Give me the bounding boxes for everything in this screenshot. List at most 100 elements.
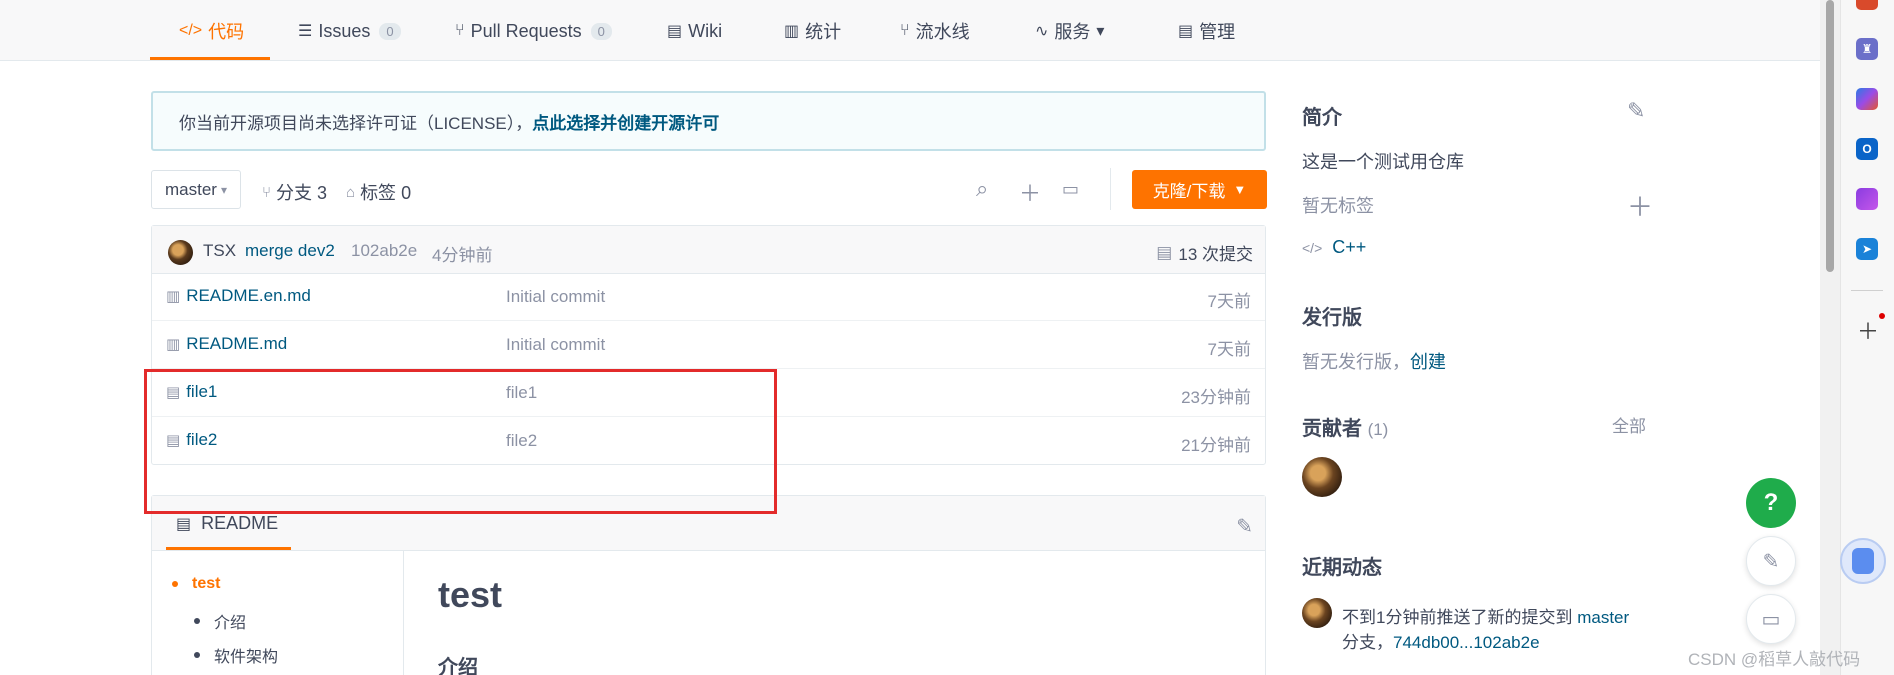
assistant-button[interactable]: [1840, 538, 1886, 584]
file-commit-message[interactable]: Initial commit: [506, 287, 605, 307]
send-icon[interactable]: ➤: [1856, 238, 1878, 260]
file-name: file1: [186, 382, 218, 401]
avatar[interactable]: [1302, 598, 1332, 628]
branch-select[interactable]: master ▾: [151, 170, 241, 209]
edit-icon[interactable]: ✎: [1627, 98, 1645, 124]
tab-services[interactable]: ∿ 服务 ▾: [1035, 20, 1104, 42]
file-commit-message[interactable]: file2: [506, 431, 537, 451]
toc-item[interactable]: 软件架构: [194, 643, 278, 667]
web-ide-icon[interactable]: ▭: [1062, 179, 1079, 200]
file-icon: ▤: [166, 384, 181, 401]
search-icon[interactable]: ⌕: [976, 176, 988, 202]
commits-count-label: 13 次提交: [1178, 245, 1253, 264]
file-link[interactable]: ▥ README.md: [166, 334, 287, 354]
tags-link[interactable]: ⌂ 标签 0: [346, 179, 411, 205]
create-license-link[interactable]: 点此选择并创建开源许可: [532, 109, 719, 134]
commit-message[interactable]: merge dev2: [245, 241, 335, 261]
notification-dot: [1879, 313, 1885, 319]
commit-sha[interactable]: 102ab2e: [351, 241, 417, 261]
file-link[interactable]: ▤ file2: [166, 430, 217, 450]
designer-icon[interactable]: [1856, 188, 1878, 210]
tab-code-label: 代码: [208, 22, 245, 42]
branches-label: 分支 3: [276, 183, 328, 203]
contributors-title-row: 贡献者 (1): [1302, 412, 1388, 441]
clone-download-label: 克隆/下载: [1152, 182, 1226, 201]
file-commit-message[interactable]: Initial commit: [506, 335, 605, 355]
releases-title: 发行版: [1302, 307, 1362, 329]
readme-toc: test 介绍 软件架构: [152, 551, 404, 675]
file-list: TSX merge dev2 102ab2e 4分钟前 ▤ 13 次提交 ▥ R…: [151, 225, 1266, 465]
activity-branch-link[interactable]: master: [1577, 608, 1629, 627]
all-contributors-link[interactable]: 全部: [1612, 412, 1646, 437]
tab-stats[interactable]: ▥ 统计: [784, 20, 841, 42]
create-release-link[interactable]: 创建: [1410, 352, 1446, 372]
tab-issues[interactable]: ☰ Issues 0: [298, 20, 401, 42]
sidebar-divider: [1851, 290, 1883, 291]
activity-title: 近期动态: [1302, 557, 1382, 579]
tab-wiki[interactable]: ▤ Wiki: [667, 20, 722, 42]
activity-commit-range-link[interactable]: 744db00...102ab2e: [1393, 633, 1540, 652]
readme-icon: ▤: [176, 515, 192, 533]
intro-title: 简介: [1302, 107, 1342, 129]
file-link[interactable]: ▥ README.en.md: [166, 286, 311, 306]
caret-down-icon: ▼: [1233, 182, 1247, 197]
repo-description: 这是一个测试用仓库: [1302, 152, 1464, 172]
manage-icon: ▤: [1178, 23, 1194, 40]
table-row: ▤ file2 file2 21分钟前: [152, 418, 1265, 465]
issues-icon: ☰: [298, 23, 313, 40]
active-tab-indicator: [150, 57, 270, 60]
file-time: 7天前: [1207, 292, 1251, 311]
tab-pull-requests[interactable]: ⑂ Pull Requests 0: [455, 20, 612, 42]
book-icon: ▥: [166, 336, 181, 353]
feedback-button[interactable]: ✎: [1746, 536, 1796, 586]
pull-requests-count-badge: 0: [590, 22, 612, 40]
code-icon: </>: [179, 22, 203, 39]
toc-item[interactable]: 介绍: [194, 609, 246, 633]
tab-pull-requests-label: Pull Requests: [470, 20, 582, 41]
toc-item-label: test: [192, 575, 221, 592]
tags-label: 标签 0: [360, 183, 412, 203]
contributors-count: (1): [1367, 420, 1389, 439]
file-time: 7天前: [1207, 340, 1251, 359]
chat-button[interactable]: ▭: [1746, 594, 1796, 644]
pipeline-icon: ⑂: [900, 22, 910, 39]
pull-request-icon: ⑂: [455, 22, 465, 39]
commit-author[interactable]: TSX: [203, 241, 236, 261]
bullet-icon: [194, 618, 200, 624]
copilot-icon[interactable]: [1856, 88, 1878, 110]
help-icon: ?: [1763, 489, 1779, 516]
latest-commit-bar: TSX merge dev2 102ab2e 4分钟前 ▤ 13 次提交: [152, 226, 1265, 274]
file-link[interactable]: ▤ file1: [166, 382, 217, 402]
license-notice-text: 你当前开源项目尚未选择许可证（LICENSE），: [179, 113, 533, 133]
branches-link[interactable]: ⑂ 分支 3: [262, 179, 327, 205]
activity-item: 不到1分钟前推送了新的提交到 master 分支，744db00...102ab…: [1342, 605, 1662, 655]
avatar[interactable]: [168, 240, 193, 265]
wiki-icon: ▤: [667, 23, 683, 40]
games-icon[interactable]: ♜: [1856, 38, 1878, 60]
commits-count-link[interactable]: ▤ 13 次提交: [1156, 240, 1253, 265]
tab-code[interactable]: </> 代码: [179, 20, 244, 42]
add-icon[interactable]: ＋: [1857, 314, 1879, 346]
scrollbar-thumb[interactable]: [1826, 0, 1834, 272]
avatar[interactable]: [1302, 457, 1342, 497]
file-commit-message[interactable]: file1: [506, 383, 537, 403]
readme-tab[interactable]: ▤ README: [176, 513, 278, 534]
book-icon: ▥: [166, 288, 181, 305]
clone-download-button[interactable]: 克隆/下载 ▼: [1132, 170, 1267, 209]
outlook-icon[interactable]: O: [1856, 138, 1878, 160]
add-tag-icon[interactable]: ＋: [1627, 187, 1653, 224]
help-button[interactable]: ?: [1746, 478, 1796, 528]
bullet-icon: [172, 581, 178, 587]
tab-manage[interactable]: ▤ 管理: [1178, 20, 1235, 42]
caret-down-icon: ▾: [1096, 23, 1105, 40]
commit-time: 4分钟前: [432, 246, 493, 265]
shopping-icon[interactable]: [1856, 0, 1878, 10]
edit-icon[interactable]: ✎: [1236, 514, 1253, 539]
tab-pipeline[interactable]: ⑂ 流水线: [900, 20, 970, 42]
add-file-icon[interactable]: ＋: [1019, 176, 1041, 208]
stats-icon: ▥: [784, 23, 800, 40]
services-icon: ∿: [1035, 23, 1049, 40]
toc-item[interactable]: test: [172, 575, 220, 593]
readme-subheading: 介绍: [438, 657, 478, 675]
language-link[interactable]: </> C++: [1302, 237, 1366, 258]
